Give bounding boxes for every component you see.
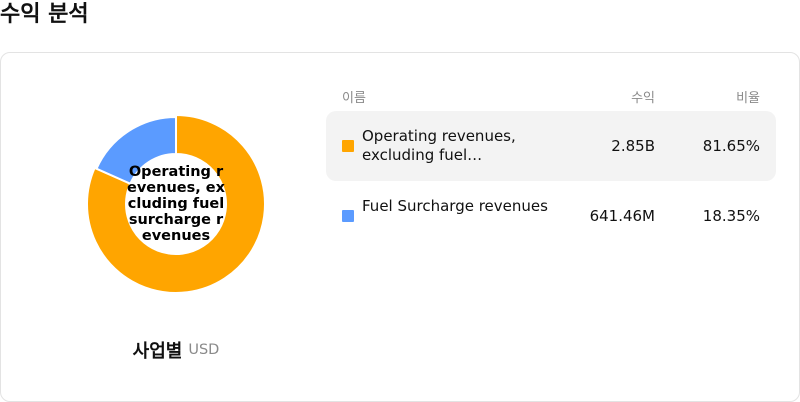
legend-swatch <box>342 210 354 222</box>
table-row[interactable]: Operating revenues, excluding fuel… 2.85… <box>326 111 776 181</box>
donut-center-label: Operating revenues, excluding fuel surch… <box>127 164 225 244</box>
row-revenue: 641.46M <box>589 207 655 225</box>
row-name: Operating revenues, excluding fuel… <box>362 127 516 164</box>
row-ratio: 18.35% <box>702 207 760 225</box>
revenue-analysis-card: Operating revenues, excluding fuel surch… <box>0 52 800 402</box>
segment-title[interactable]: 사업별 <box>133 341 183 362</box>
legend-swatch <box>342 140 354 152</box>
header-ratio: 비율 <box>736 91 760 106</box>
header-name: 이름 <box>342 91 366 106</box>
revenue-table: 이름 수익 비율 Operating revenues, excluding f… <box>326 83 776 251</box>
currency-label: USD <box>188 342 220 358</box>
row-revenue: 2.85B <box>611 137 655 155</box>
page-title: 수익 분석 <box>0 2 89 27</box>
header-revenue: 수익 <box>631 91 655 106</box>
table-header: 이름 수익 비율 <box>326 83 776 111</box>
row-name: Fuel Surcharge revenues <box>362 197 548 215</box>
donut-chart: Operating revenues, excluding fuel surch… <box>87 115 265 293</box>
table-row[interactable]: Fuel Surcharge revenues 641.46M 18.35% <box>326 181 776 251</box>
segment-caption: 사업별 USD <box>1 337 351 363</box>
row-ratio: 81.65% <box>702 137 760 155</box>
